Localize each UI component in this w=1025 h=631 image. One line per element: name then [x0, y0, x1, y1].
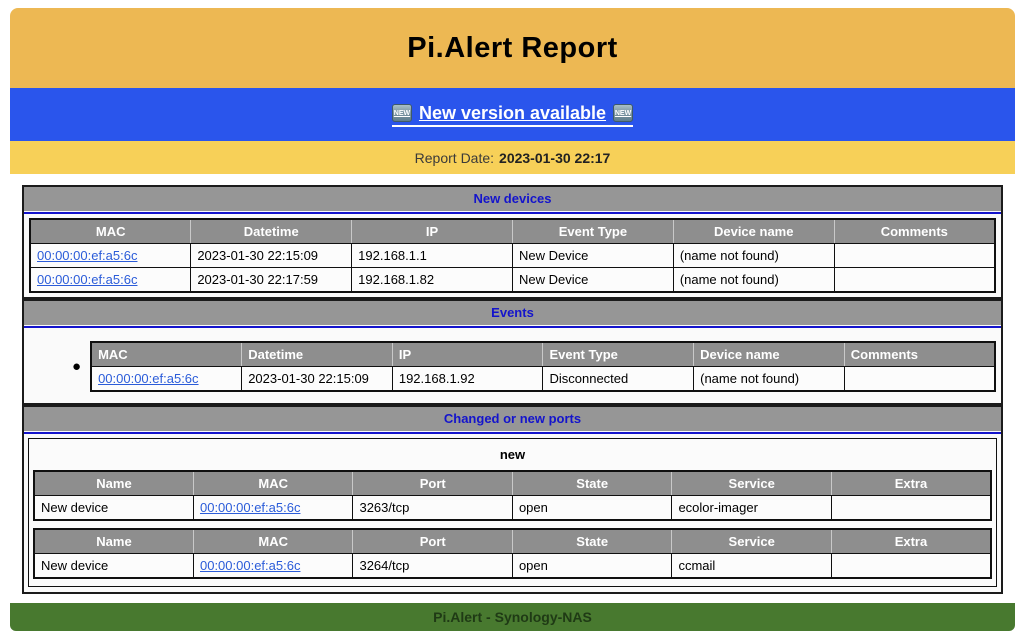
- mac-address-link[interactable]: 00:00:00:ef:a5:6c: [98, 371, 198, 386]
- column-header-datetime: Datetime: [191, 219, 352, 244]
- ports-group-box: new Name MAC Port State Service Extra: [28, 438, 997, 587]
- cell-service: ecolor-imager: [672, 496, 831, 521]
- column-header-comments: Comments: [834, 219, 995, 244]
- footer-text: Pi.Alert - Synology-NAS: [433, 609, 592, 625]
- mac-address-link[interactable]: 00:00:00:ef:a5:6c: [37, 248, 137, 263]
- column-header-device-name: Device name: [694, 342, 845, 367]
- column-header-mac: MAC: [30, 219, 191, 244]
- table-header-row: Name MAC Port State Service Extra: [34, 471, 991, 496]
- cell-device-name: (name not found): [673, 244, 834, 268]
- section-events: Events ● MAC Datetime IP Event Type Devi…: [22, 299, 1003, 405]
- report-date-label: Report Date:: [415, 150, 494, 166]
- new-badge-icon: NEW: [613, 104, 633, 122]
- section-new-devices: New devices MAC Datetime IP Event Type D…: [22, 185, 1003, 299]
- mac-address-link[interactable]: 00:00:00:ef:a5:6c: [37, 272, 137, 287]
- column-header-extra: Extra: [831, 529, 991, 554]
- column-header-mac: MAC: [193, 529, 352, 554]
- column-header-port: Port: [353, 529, 512, 554]
- cell-extra: [831, 496, 991, 521]
- cell-comments: [844, 367, 995, 392]
- section-title-changed-ports: Changed or new ports: [24, 407, 1001, 431]
- cell-comments: [834, 268, 995, 293]
- column-header-service: Service: [672, 529, 831, 554]
- footer-bar: Pi.Alert - Synology-NAS: [10, 603, 1015, 631]
- section-changed-ports: Changed or new ports new Name MAC Port S…: [22, 405, 1003, 594]
- column-header-mac: MAC: [193, 471, 352, 496]
- column-header-datetime: Datetime: [242, 342, 393, 367]
- cell-event-type: Disconnected: [543, 367, 694, 392]
- cell-state: open: [512, 554, 671, 579]
- column-header-name: Name: [34, 471, 193, 496]
- table-row: 00:00:00:ef:a5:6c 2023-01-30 22:17:59 19…: [30, 268, 995, 293]
- column-header-port: Port: [353, 471, 512, 496]
- report-date-banner: Report Date: 2023-01-30 22:17: [10, 141, 1015, 174]
- mac-address-link[interactable]: 00:00:00:ef:a5:6c: [200, 558, 300, 573]
- cell-port: 3263/tcp: [353, 496, 512, 521]
- cell-name: New device: [34, 554, 193, 579]
- ports-table-2: Name MAC Port State Service Extra New de…: [33, 528, 992, 579]
- new-version-link[interactable]: NEW New version available NEW: [392, 103, 633, 127]
- cell-datetime: 2023-01-30 22:15:09: [242, 367, 393, 392]
- cell-device-name: (name not found): [673, 268, 834, 293]
- cell-ip: 192.168.1.82: [352, 268, 513, 293]
- table-header-row: MAC Datetime IP Event Type Device name C…: [91, 342, 995, 367]
- cell-event-type: New Device: [512, 244, 673, 268]
- table-row: 00:00:00:ef:a5:6c 2023-01-30 22:15:09 19…: [30, 244, 995, 268]
- section-title-new-devices: New devices: [24, 187, 1001, 211]
- table-row: New device 00:00:00:ef:a5:6c 3264/tcp op…: [34, 554, 991, 579]
- version-banner: NEW New version available NEW: [10, 88, 1015, 141]
- section-title-events: Events: [24, 301, 1001, 325]
- table-header-row: MAC Datetime IP Event Type Device name C…: [30, 219, 995, 244]
- table-header-row: Name MAC Port State Service Extra: [34, 529, 991, 554]
- cell-ip: 192.168.1.1: [352, 244, 513, 268]
- column-header-ip: IP: [352, 219, 513, 244]
- cell-device-name: (name not found): [694, 367, 845, 392]
- column-header-ip: IP: [392, 342, 543, 367]
- column-header-extra: Extra: [831, 471, 991, 496]
- column-header-comments: Comments: [844, 342, 995, 367]
- report-page: Pi.Alert Report NEW New version availabl…: [0, 0, 1025, 631]
- table-row: 00:00:00:ef:a5:6c 2023-01-30 22:15:09 19…: [91, 367, 995, 392]
- cell-state: open: [512, 496, 671, 521]
- cell-comments: [834, 244, 995, 268]
- column-header-event-type: Event Type: [512, 219, 673, 244]
- report-date-value: 2023-01-30 22:17: [499, 150, 610, 166]
- table-row: New device 00:00:00:ef:a5:6c 3263/tcp op…: [34, 496, 991, 521]
- new-badge-icon: NEW: [392, 104, 412, 122]
- column-header-name: Name: [34, 529, 193, 554]
- event-list-item: ● MAC Datetime IP Event Type Device name…: [24, 328, 1001, 403]
- report-sections: New devices MAC Datetime IP Event Type D…: [22, 185, 1003, 594]
- cell-datetime: 2023-01-30 22:15:09: [191, 244, 352, 268]
- new-devices-table: MAC Datetime IP Event Type Device name C…: [29, 218, 996, 293]
- cell-datetime: 2023-01-30 22:17:59: [191, 268, 352, 293]
- mac-address-link[interactable]: 00:00:00:ef:a5:6c: [200, 500, 300, 515]
- new-version-link-label: New version available: [412, 103, 613, 124]
- cell-port: 3264/tcp: [353, 554, 512, 579]
- column-header-device-name: Device name: [673, 219, 834, 244]
- title-banner: Pi.Alert Report: [10, 8, 1015, 88]
- column-header-state: State: [512, 471, 671, 496]
- cell-ip: 192.168.1.92: [392, 367, 543, 392]
- ports-table-1: Name MAC Port State Service Extra New de…: [33, 470, 992, 521]
- cell-name: New device: [34, 496, 193, 521]
- ports-group-label: new: [29, 439, 996, 470]
- column-header-state: State: [512, 529, 671, 554]
- column-header-event-type: Event Type: [543, 342, 694, 367]
- cell-event-type: New Device: [512, 268, 673, 293]
- cell-extra: [831, 554, 991, 579]
- list-bullet: ●: [72, 359, 81, 374]
- column-header-mac: MAC: [91, 342, 242, 367]
- page-title: Pi.Alert Report: [407, 32, 618, 65]
- column-header-service: Service: [672, 471, 831, 496]
- section-rule: [24, 432, 1001, 434]
- cell-service: ccmail: [672, 554, 831, 579]
- events-table: MAC Datetime IP Event Type Device name C…: [90, 341, 996, 392]
